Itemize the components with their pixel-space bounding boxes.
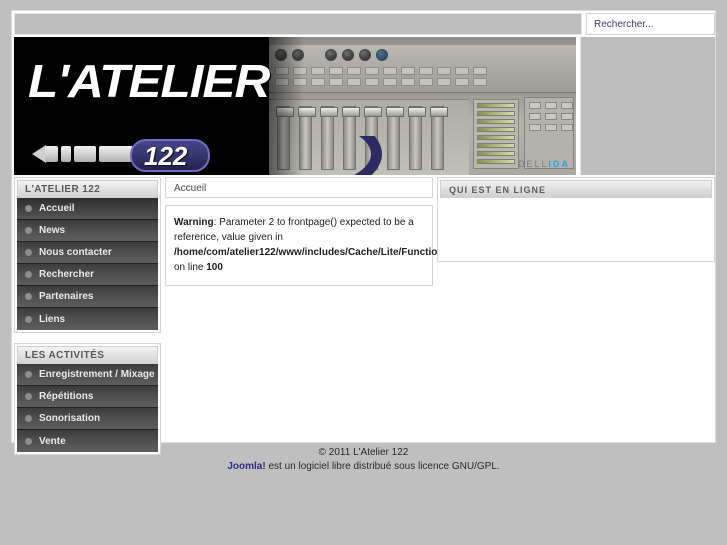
sidebar-item-label: News: [39, 225, 66, 236]
sidebar-item-label: Répétitions: [39, 391, 94, 402]
top-banner-bar: [14, 13, 582, 35]
main-content-column: Accueil Warning: Parameter 2 to frontpag…: [165, 177, 465, 286]
site-banner-image: DELLIDA L'ATELIER 122: [14, 37, 576, 175]
console-brand-accent: IDA: [548, 159, 570, 169]
sidebar-item-nous-contacter[interactable]: Nous contacter: [17, 242, 158, 264]
sidebar-item-sonorisation[interactable]: Sonorisation: [17, 408, 158, 430]
jack-tip: [32, 145, 46, 163]
jack-segment: [99, 146, 133, 162]
warning-message-part2: on line: [174, 262, 204, 273]
activities-menu-list: Enregistrement / Mixage Répétitions Sono…: [17, 364, 158, 452]
bullet-icon: [25, 271, 32, 278]
sidebar-item-partenaires[interactable]: Partenaires: [17, 286, 158, 308]
bullet-icon: [25, 227, 32, 234]
sidebar-item-label: Nous contacter: [39, 247, 112, 258]
bullet-icon: [25, 249, 32, 256]
bullet-icon: [25, 415, 32, 422]
right-sidebar: QUI EST EN LIGNE: [437, 177, 715, 262]
console-meter-panel: [473, 99, 519, 169]
banner-right-filler: [580, 37, 715, 175]
jack-segment: [74, 146, 96, 162]
content-columns: L'ATELIER 122 Accueil News Nous contacte…: [14, 177, 715, 455]
sidebar-item-accueil[interactable]: Accueil: [17, 198, 158, 220]
warning-file-path: /home/com/atelier122/www/includes/Cache/…: [174, 247, 465, 258]
sidebar-item-label: Enregistrement / Mixage: [39, 369, 155, 380]
who-is-online-body: [440, 198, 712, 258]
footer-license-text: est un logiciel libre distribué sous lic…: [268, 461, 500, 472]
joomla-link[interactable]: Joomla!: [227, 461, 265, 472]
page-footer: © 2011 L'Atelier 122 Joomla! est un logi…: [0, 446, 727, 474]
sidebar-item-rechercher[interactable]: Rechercher: [17, 264, 158, 286]
warning-label: Warning: [174, 217, 214, 228]
module-who-is-online: QUI EST EN LIGNE: [437, 177, 715, 262]
jack-plug-graphic: 122: [32, 133, 382, 175]
bullet-icon: [25, 315, 32, 323]
left-sidebar: L'ATELIER 122 Accueil News Nous contacte…: [14, 177, 161, 465]
sidebar-item-label: Vente: [39, 435, 66, 447]
console-brand-mark: DELLIDA: [518, 159, 570, 169]
header-banner-wrap: DELLIDA L'ATELIER 122: [14, 37, 715, 175]
sidebar-item-label: Sonorisation: [39, 413, 101, 424]
module-title-activities: LES ACTIVITÉS: [17, 346, 158, 364]
content-box: Warning: Parameter 2 to frontpage() expe…: [165, 205, 465, 286]
sidebar-item-label: Partenaires: [39, 291, 94, 302]
module-title-who-is-online: QUI EST EN LIGNE: [440, 180, 712, 198]
sidebar-item-label: Rechercher: [39, 269, 95, 280]
bullet-icon: [25, 371, 32, 378]
sidebar-item-repetitions[interactable]: Répétitions: [17, 386, 158, 408]
search-input[interactable]: [594, 18, 712, 30]
module-main-menu: L'ATELIER 122 Accueil News Nous contacte…: [14, 177, 161, 333]
sidebar-item-news[interactable]: News: [17, 220, 158, 242]
module-title-main-menu: L'ATELIER 122: [17, 180, 158, 198]
module-activities-menu: LES ACTIVITÉS Enregistrement / Mixage Ré…: [14, 343, 161, 455]
sidebar-item-label: Liens: [39, 313, 66, 325]
jack-segment: [45, 146, 58, 162]
main-menu-list: Accueil News Nous contacter Rechercher P…: [17, 198, 158, 330]
bullet-icon: [25, 393, 32, 400]
page-frame: DELLIDA L'ATELIER 122 L'ATELIER 122: [11, 10, 716, 455]
bullet-icon: [25, 293, 32, 300]
site-logo-text: L'ATELIER: [28, 55, 270, 107]
footer-copyright: © 2011 L'Atelier 122: [318, 447, 409, 458]
jack-segment: [61, 146, 71, 162]
footer-license-line: Joomla! est un logiciel libre distribué …: [0, 460, 727, 474]
sidebar-item-liens[interactable]: Liens: [17, 308, 158, 330]
sidebar-item-label: Accueil: [39, 203, 75, 214]
bullet-icon: [25, 437, 32, 445]
top-strip: [14, 13, 715, 35]
console-brand-text: DELL: [517, 159, 549, 169]
search-module[interactable]: [586, 13, 715, 35]
bullet-icon: [25, 205, 32, 212]
breadcrumb: Accueil: [165, 177, 433, 198]
sidebar-item-enregistrement-mixage[interactable]: Enregistrement / Mixage: [17, 364, 158, 386]
console-button-grid: [275, 67, 487, 86]
site-logo-number: 122: [144, 141, 188, 171]
warning-line-number: 100: [206, 262, 223, 273]
php-warning-message: Warning: Parameter 2 to frontpage() expe…: [174, 215, 465, 275]
